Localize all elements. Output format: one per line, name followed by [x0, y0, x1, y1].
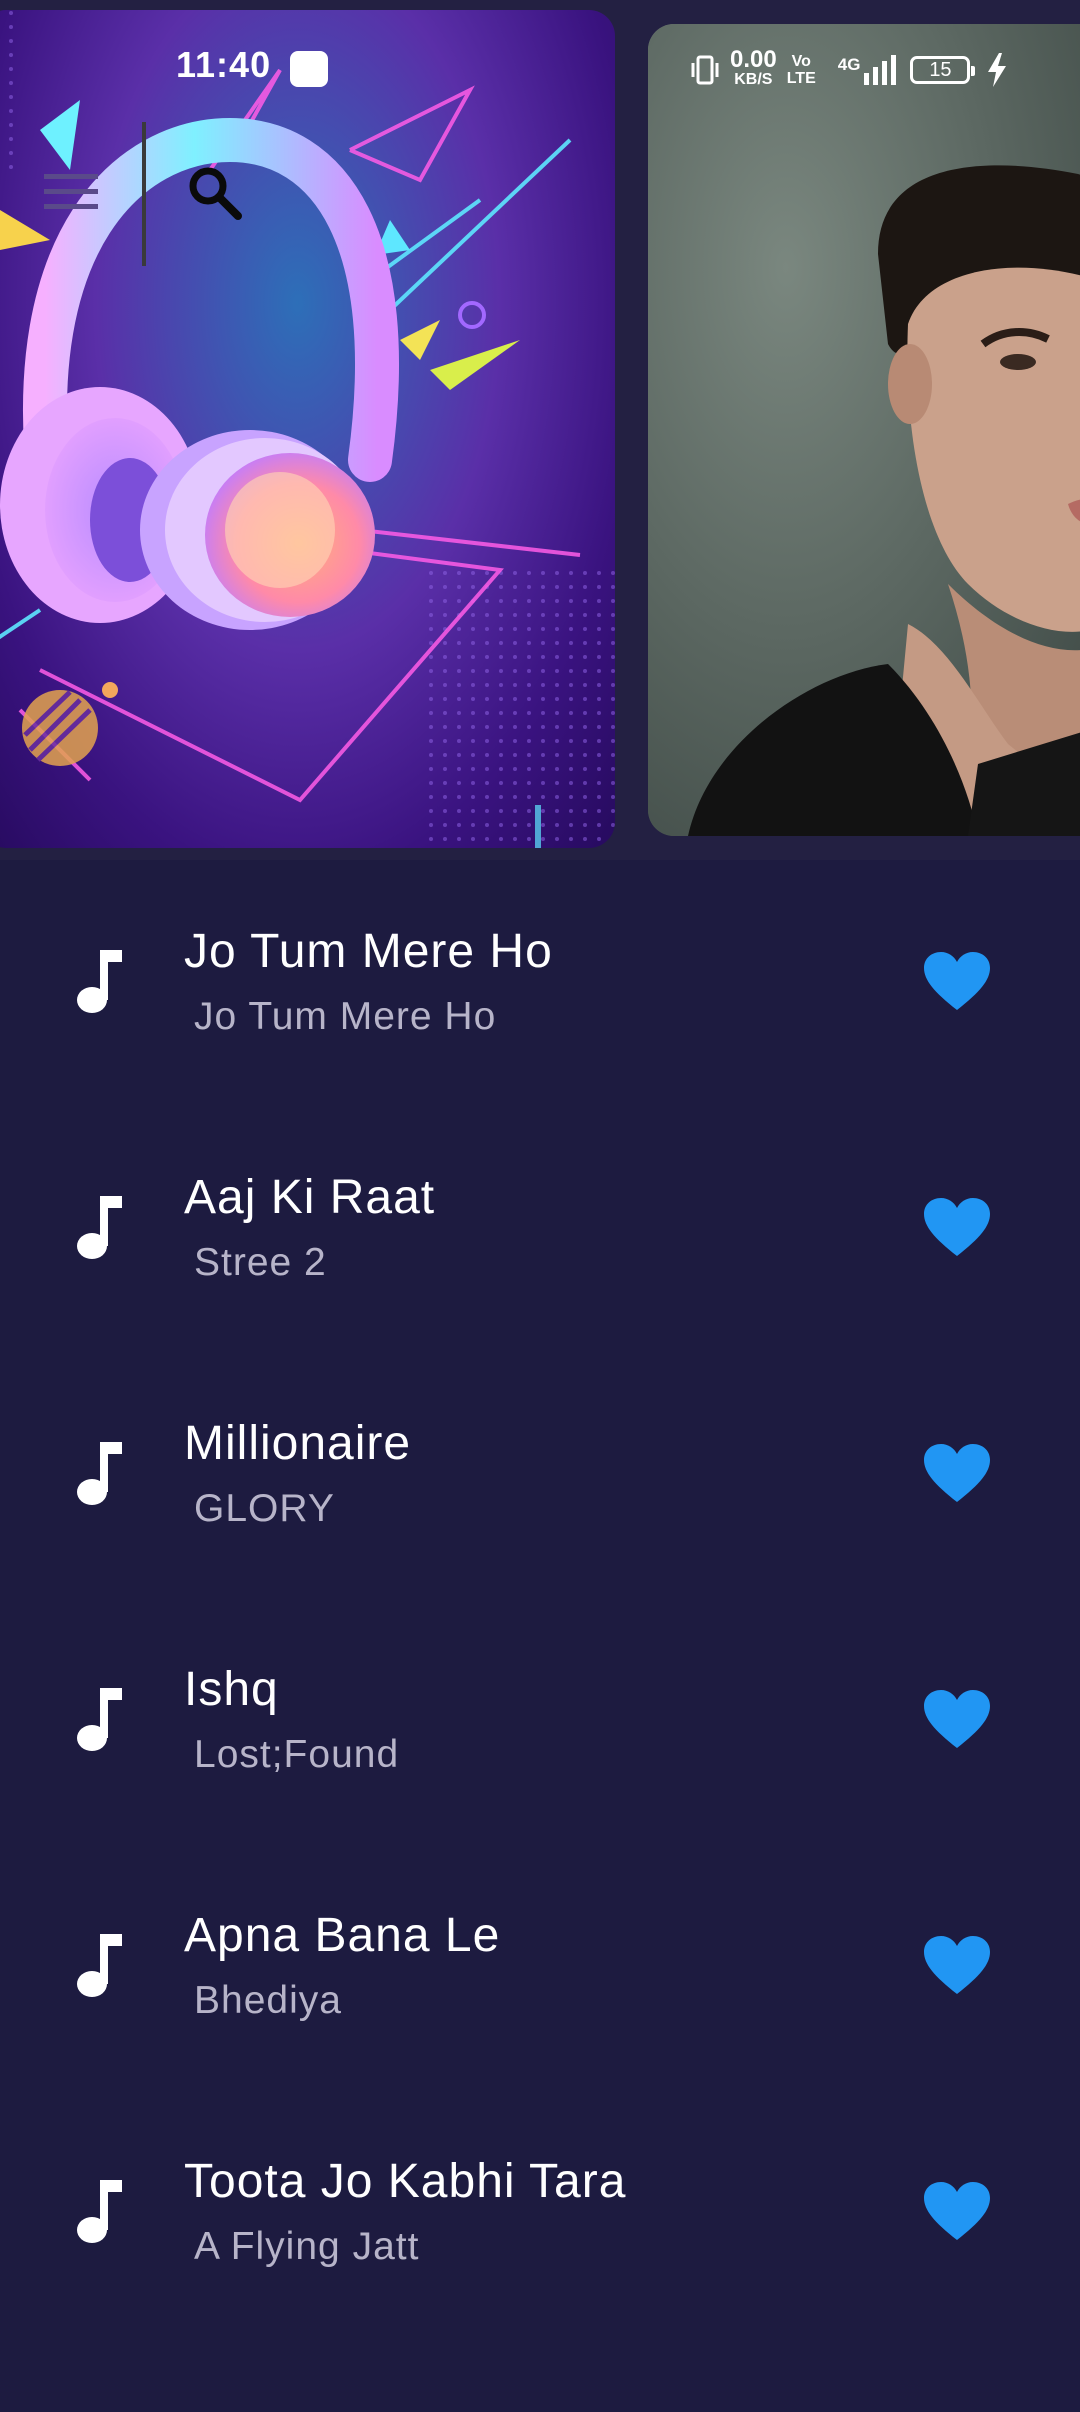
signal-indicator: 4G: [838, 55, 901, 85]
song-title: Millionaire: [184, 1417, 412, 1470]
song-subtitle: Bhediya: [194, 1979, 342, 2022]
music-note-icon: [77, 1934, 122, 1997]
song-row[interactable]: Aaj Ki Raat Stree 2: [0, 1114, 1080, 1360]
heart-icon[interactable]: [924, 1198, 990, 1258]
status-icons: 0.00 KB/S Vo LTE 4G 15: [690, 48, 1008, 92]
song-subtitle: Jo Tum Mere Ho: [194, 995, 497, 1038]
artist-portrait: [648, 24, 1080, 836]
charging-icon: [988, 53, 1007, 87]
song-subtitle: Stree 2: [194, 1241, 327, 1284]
song-subtitle: A Flying Jatt: [194, 2225, 420, 2268]
music-note-icon: [77, 1196, 122, 1259]
status-time: 11:40: [176, 44, 272, 85]
net-speed: 0.00 KB/S: [730, 46, 777, 90]
volte-top: Vo: [791, 53, 811, 70]
headphones-artwork-card[interactable]: [0, 10, 615, 848]
song-subtitle: Lost;Found: [194, 1733, 400, 1776]
song-row[interactable]: Toota Jo Kabhi Tara A Flying Jatt: [0, 2098, 1080, 2344]
song-title: Aaj Ki Raat: [184, 1171, 436, 1224]
battery-icon: 15: [910, 56, 976, 84]
app-screen: 11:40 0.00 KB/S Vo LTE 4G 15 Jo Tum Mere…: [0, 0, 1080, 2412]
volte-indicator: Vo LTE: [787, 53, 816, 87]
song-row[interactable]: Jo Tum Mere Ho Jo Tum Mere Ho: [0, 868, 1080, 1114]
song-row[interactable]: Apna Bana Le Bhediya: [0, 1852, 1080, 2098]
net-speed-value: 0.00: [730, 46, 777, 73]
song-title: Jo Tum Mere Ho: [184, 925, 553, 978]
battery-level: 15: [929, 58, 952, 81]
network-type: 4G: [837, 55, 861, 74]
artist-portrait-card[interactable]: [648, 24, 1080, 836]
heart-icon[interactable]: [924, 1690, 990, 1750]
music-note-icon: [77, 950, 122, 1013]
signal-bars-icon: [864, 55, 897, 85]
song-row[interactable]: Ishq Lost;Found: [0, 1606, 1080, 1852]
notification-icon: [290, 51, 328, 87]
song-title: Toota Jo Kabhi Tara: [184, 2155, 627, 2208]
music-note-icon: [77, 1688, 122, 1751]
search-icon[interactable]: [186, 164, 246, 224]
hamburger-menu-icon[interactable]: [44, 172, 98, 212]
song-list: Jo Tum Mere Ho Jo Tum Mere Ho Aaj Ki Raa…: [0, 868, 1080, 2344]
song-title: Ishq: [184, 1663, 279, 1716]
vibrate-icon: [691, 55, 719, 85]
banner-carousel[interactable]: 11:40 0.00 KB/S Vo LTE 4G 15: [0, 0, 1080, 860]
heart-icon[interactable]: [924, 1936, 990, 1996]
music-note-icon: [77, 1442, 122, 1505]
net-speed-unit: KB/S: [734, 71, 773, 88]
song-title: Apna Bana Le: [184, 1909, 501, 1962]
music-note-icon: [77, 2180, 122, 2243]
song-subtitle: GLORY: [194, 1487, 335, 1530]
volte-bottom: LTE: [786, 70, 816, 87]
song-row[interactable]: Millionaire GLORY: [0, 1360, 1080, 1606]
heart-icon[interactable]: [924, 1444, 990, 1504]
heart-icon[interactable]: [924, 952, 990, 1012]
heart-icon[interactable]: [924, 2182, 990, 2242]
headphones-artwork: [0, 10, 615, 848]
app-bar-divider: [142, 122, 146, 266]
